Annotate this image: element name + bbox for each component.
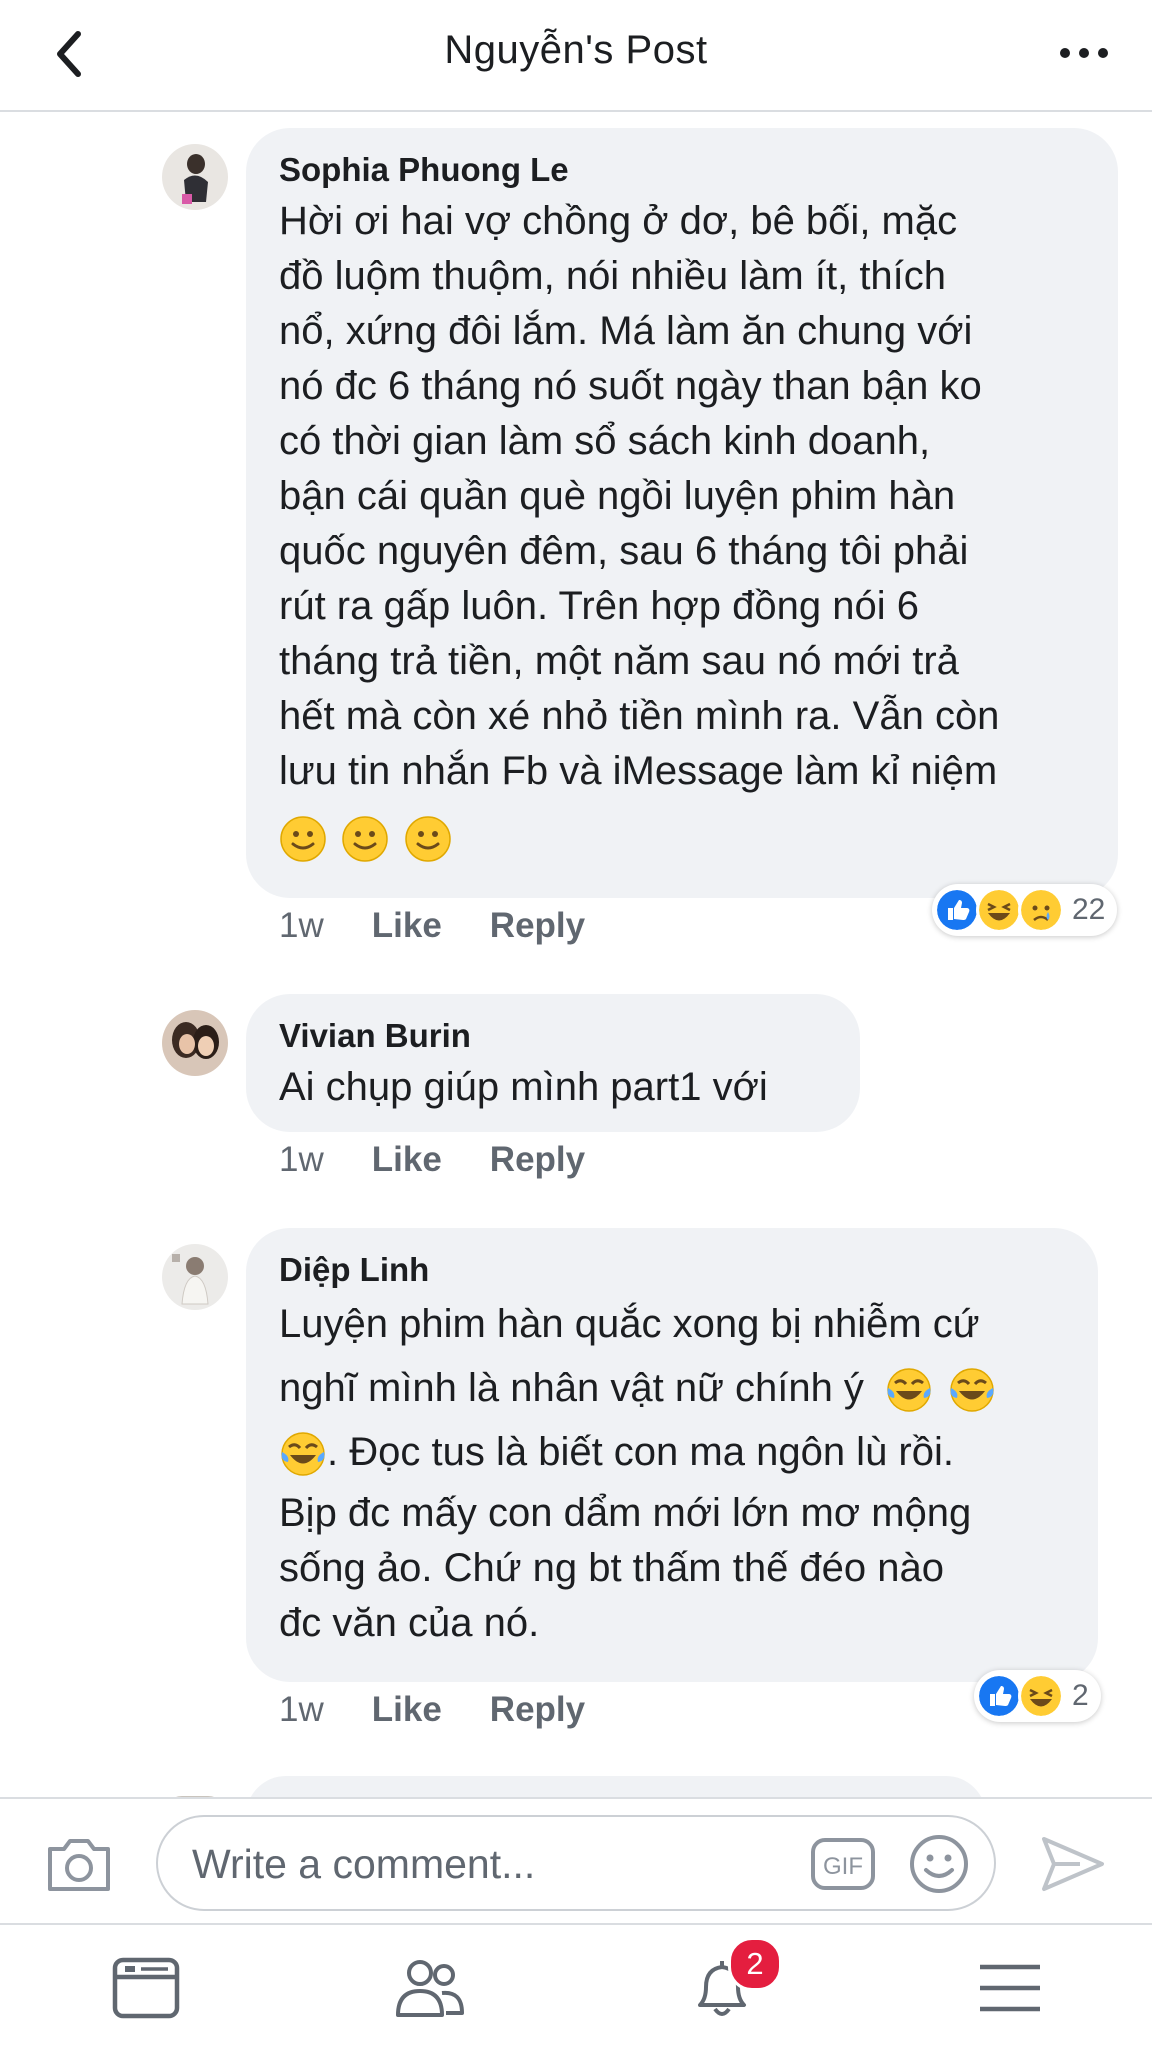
more-options-icon[interactable] bbox=[1060, 48, 1108, 58]
reaction-summary[interactable]: 2 bbox=[974, 1670, 1101, 1722]
reply-button[interactable]: Reply bbox=[490, 1690, 585, 1730]
comment-text-segment: . Đọc tus là biết con ma ngôn lù rồi. bbox=[327, 1430, 954, 1474]
menu-icon[interactable] bbox=[974, 1955, 1046, 2021]
gif-label: GIF bbox=[823, 1853, 863, 1880]
comment-author[interactable]: Vivian Burin bbox=[279, 1016, 826, 1056]
like-button[interactable]: Like bbox=[372, 906, 442, 946]
comment-actions: 1w Like Reply bbox=[279, 906, 585, 946]
comment-input-placeholder: Write a comment... bbox=[192, 1841, 536, 1887]
send-icon[interactable] bbox=[1040, 1833, 1106, 1895]
avatar[interactable] bbox=[162, 1010, 228, 1076]
comment-actions: 1w Like Reply bbox=[279, 1140, 585, 1180]
like-reaction-icon bbox=[934, 887, 980, 933]
comment-text-line: . Đọc tus là biết con ma ngôn lù rồi. bbox=[279, 1420, 1064, 1484]
comment-timestamp: 1w bbox=[279, 1690, 324, 1729]
comment-text: Hời ơi hai vợ chồng ở dơ, bê bối, mặc đồ… bbox=[279, 199, 1000, 793]
comment-text-segment: nghĩ mình là nhân vật nữ chính ý bbox=[279, 1366, 864, 1410]
avatar[interactable] bbox=[162, 1244, 228, 1310]
comment-text-line: nghĩ mình là nhân vật nữ chính ý bbox=[279, 1356, 1064, 1420]
comment-author[interactable]: Sophia Phuong Le bbox=[279, 150, 1084, 190]
notification-badge: 2 bbox=[728, 1937, 782, 1991]
like-button[interactable]: Like bbox=[372, 1690, 442, 1730]
comment-actions: 1w Like Reply bbox=[279, 1690, 585, 1730]
comment-input[interactable]: Write a comment... GIF bbox=[156, 1815, 996, 1911]
notifications-tab[interactable]: 2 bbox=[686, 1937, 782, 2021]
comment-text: Ai chụp giúp mình part1 với bbox=[279, 1065, 768, 1109]
haha-reaction-icon bbox=[1018, 1673, 1064, 1719]
comment-composer: Write a comment... GIF bbox=[0, 1797, 1152, 1925]
emoji-row bbox=[279, 815, 1084, 863]
slightly-smiling-face-icon bbox=[280, 816, 326, 862]
comment-text: Luyện phim hàn quắc xong bị nhiễm cứ ngh… bbox=[279, 1292, 1064, 1651]
reaction-count: 22 bbox=[1072, 893, 1106, 926]
slightly-smiling-face-icon bbox=[342, 816, 389, 862]
comment-bubble: Sophia Phuong Le Hời ơi hai vợ chồng ở d… bbox=[246, 128, 1118, 898]
avatar[interactable] bbox=[162, 144, 228, 210]
tears-of-joy-icon bbox=[281, 1432, 325, 1477]
reaction-summary[interactable]: 22 bbox=[932, 884, 1118, 936]
reply-button[interactable]: Reply bbox=[490, 1140, 585, 1180]
reaction-count: 2 bbox=[1072, 1679, 1089, 1712]
page-title: Nguyễn's Post bbox=[444, 28, 708, 72]
comment-text-line: Bịp đc mấy con dẩm mới lớn mơ mộng sống … bbox=[279, 1491, 972, 1645]
tears-of-joy-icon bbox=[887, 1368, 931, 1413]
app-header: Nguyễn's Post bbox=[0, 0, 1152, 112]
comment-bubble: Vivian Burin Ai chụp giúp mình part1 với bbox=[246, 994, 860, 1132]
haha-reaction-icon bbox=[976, 887, 1022, 933]
sad-reaction-icon bbox=[1018, 887, 1064, 933]
emoji-picker-icon[interactable] bbox=[908, 1833, 970, 1895]
bottom-navigation: 2 bbox=[0, 1923, 1152, 2050]
comment-bubble: Diệp Linh Luyện phim hàn quắc xong bị nh… bbox=[246, 1228, 1098, 1682]
comment-author[interactable]: Diệp Linh bbox=[279, 1250, 1064, 1290]
slightly-smiling-face-icon bbox=[405, 816, 451, 862]
friends-icon[interactable] bbox=[394, 1955, 466, 2021]
comment-text-line: Luyện phim hàn quắc xong bị nhiễm cứ bbox=[279, 1302, 980, 1346]
gif-icon[interactable]: GIF bbox=[810, 1837, 876, 1891]
like-reaction-icon bbox=[976, 1673, 1022, 1719]
comment-timestamp: 1w bbox=[279, 1140, 324, 1179]
like-button[interactable]: Like bbox=[372, 1140, 442, 1180]
comment-timestamp: 1w bbox=[279, 906, 324, 945]
reply-button[interactable]: Reply bbox=[490, 906, 585, 946]
tears-of-joy-icon bbox=[950, 1368, 994, 1413]
news-feed-icon[interactable] bbox=[110, 1955, 182, 2021]
camera-icon[interactable] bbox=[44, 1833, 114, 1895]
